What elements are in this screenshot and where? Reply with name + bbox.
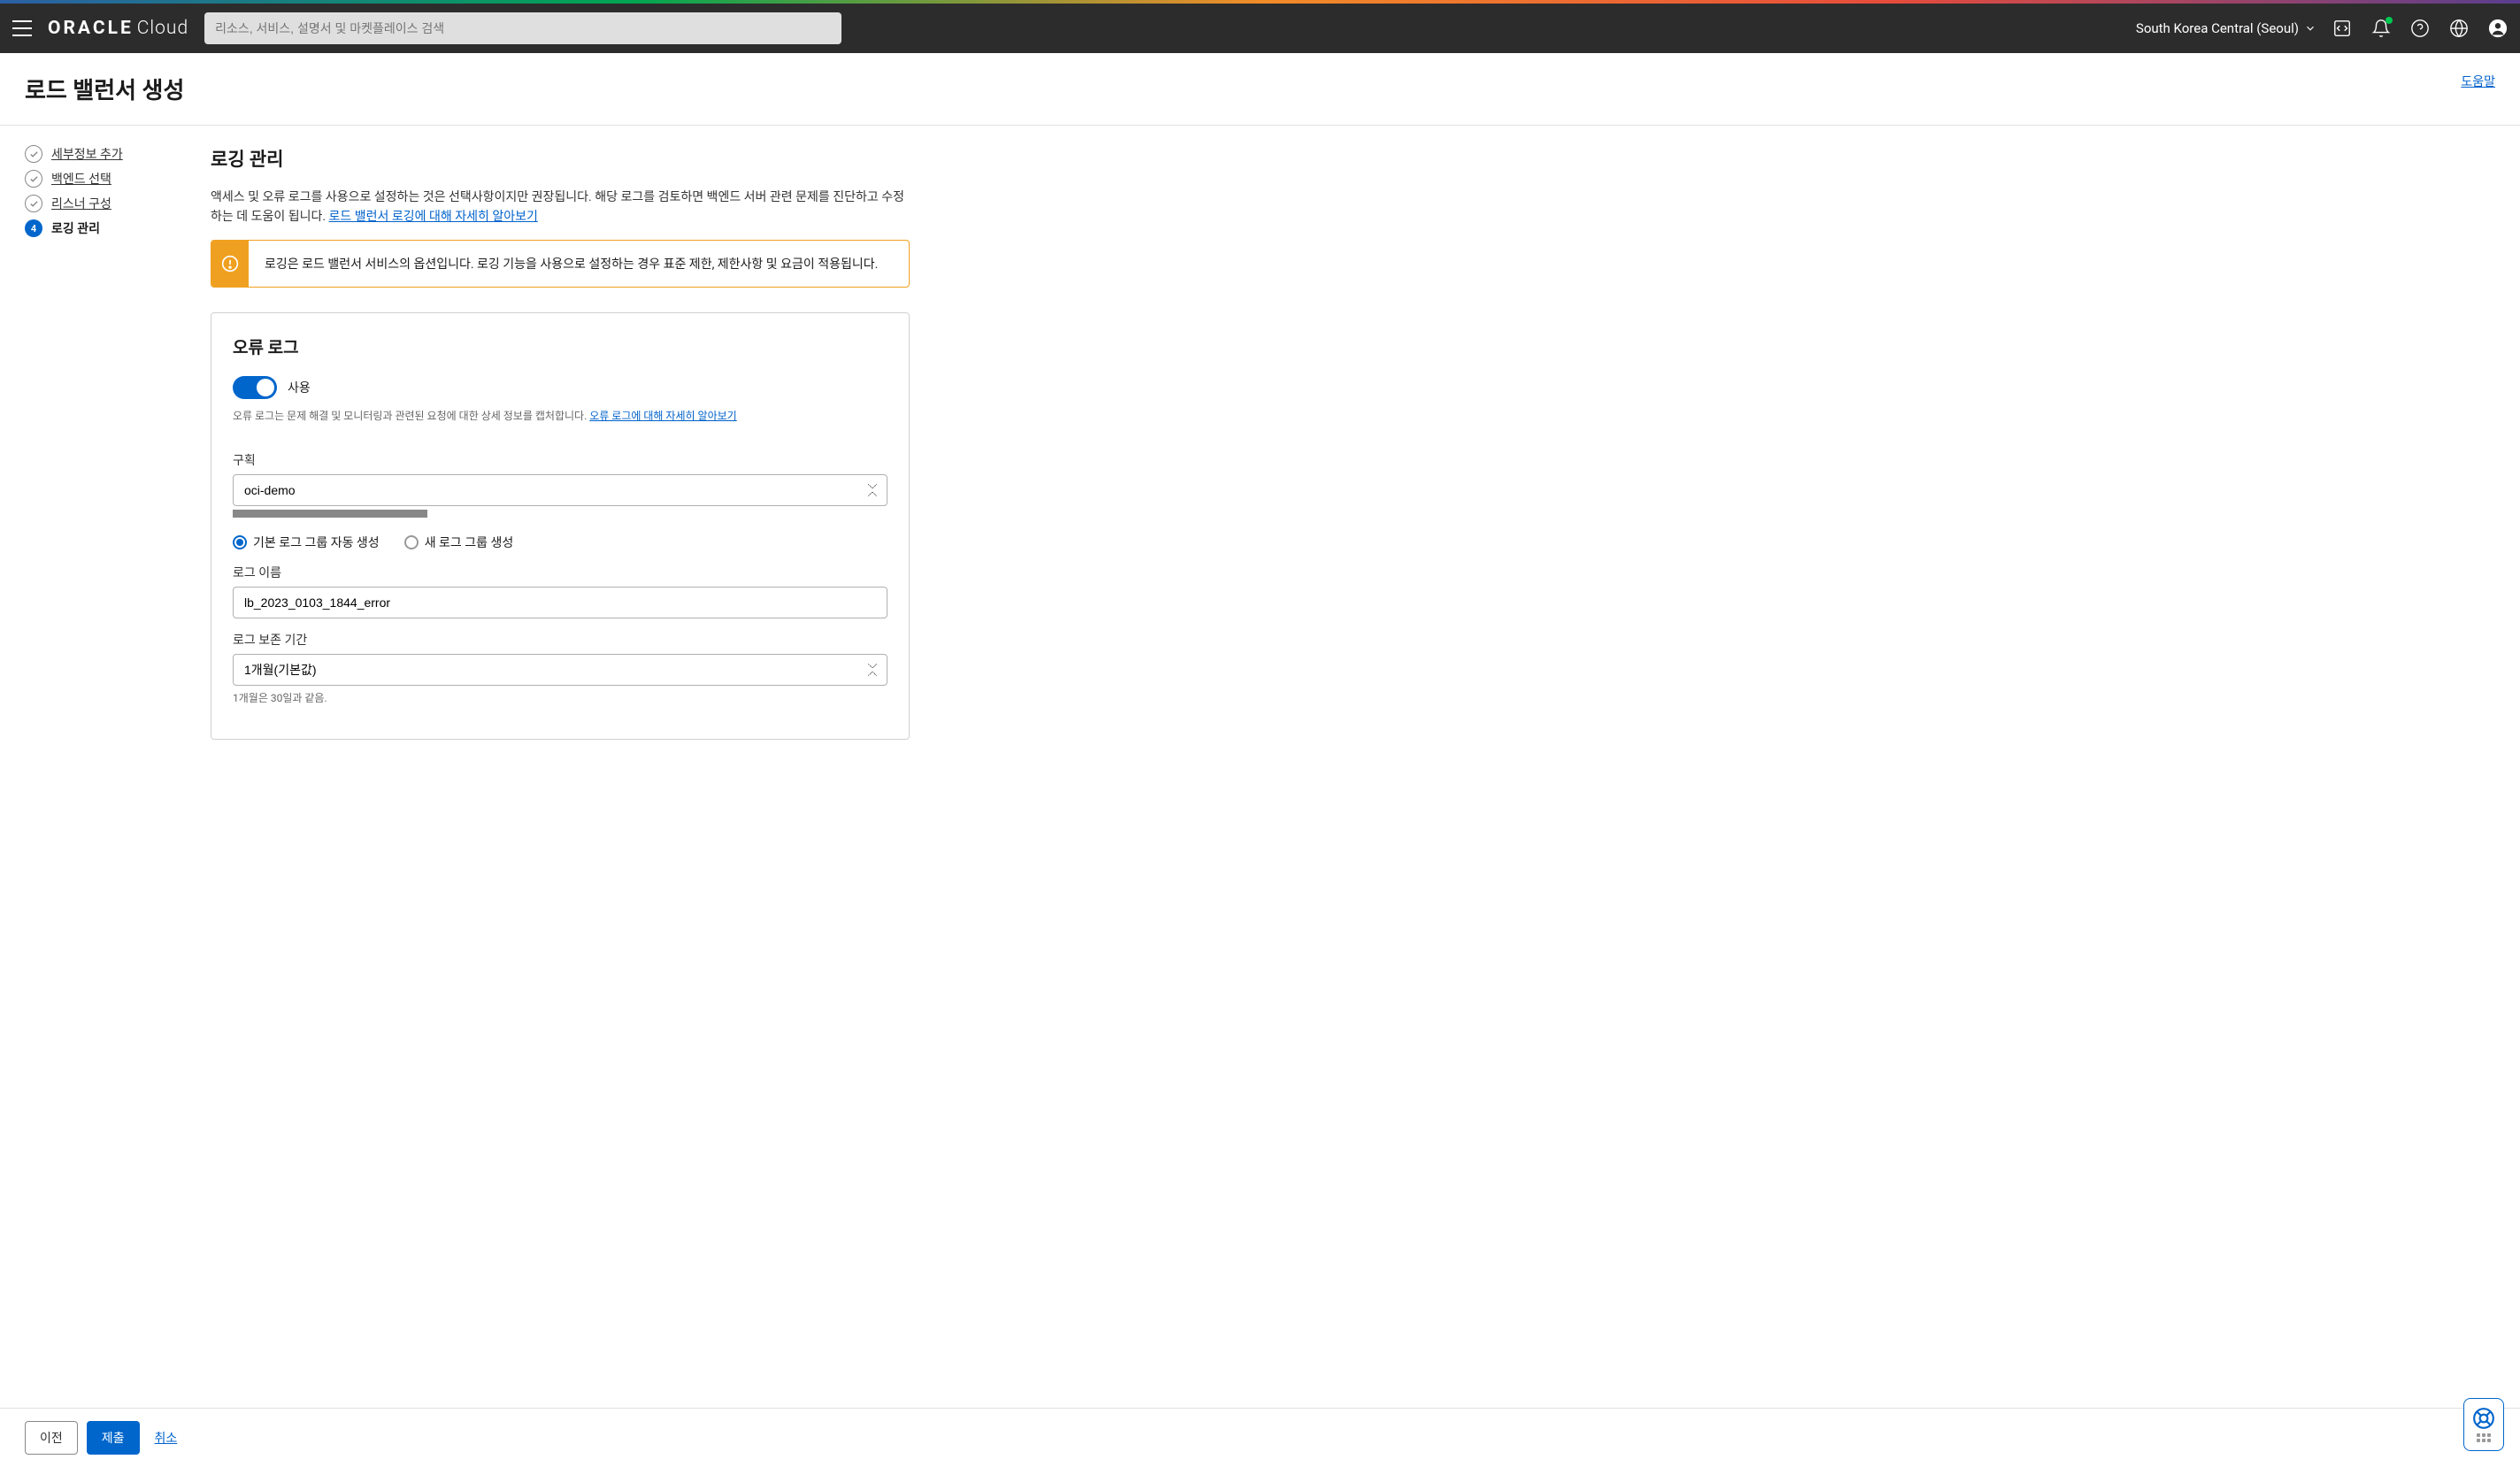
content-area: 로깅 관리 액세스 및 오류 로그를 사용으로 설정하는 것은 선택사항이지만 … [211,145,910,740]
section-description: 액세스 및 오류 로그를 사용으로 설정하는 것은 선택사항이지만 권장됩니다.… [211,188,910,227]
submit-button[interactable]: 제출 [87,1421,140,1455]
compartment-field: 구획 oci-demo [233,451,887,518]
card-title: 오류 로그 [233,334,887,358]
region-selector[interactable]: South Korea Central (Seoul) [2136,20,2316,36]
language-icon[interactable] [2449,19,2469,38]
drag-handle-icon [2477,1433,2491,1442]
log-name-label: 로그 이름 [233,564,887,581]
warning-alert: 로깅은 로드 밸런서 서비스의 옵션입니다. 로깅 기능을 사용으로 설정하는 … [211,240,910,288]
desc-text: 액세스 및 오류 로그를 사용으로 설정하는 것은 선택사항이지만 권장됩니다.… [211,190,904,224]
step-backend[interactable]: 백엔드 선택 [25,170,193,188]
check-icon [25,145,42,163]
radio-new-group[interactable]: 새 로그 그룹 생성 [404,534,514,551]
notification-dot [2386,17,2393,24]
log-name-field: 로그 이름 [233,564,887,618]
warning-icon [211,241,249,287]
step-details[interactable]: 세부정보 추가 [25,145,193,163]
step-label: 백엔드 선택 [51,170,111,188]
compartment-path-skeleton [233,510,427,518]
retention-field: 로그 보존 기간 1개월(기본값) 1개월은 30일과 같음. [233,631,887,705]
compartment-label: 구획 [233,451,887,469]
compartment-select[interactable]: oci-demo [233,474,887,506]
radio-auto-create[interactable]: 기본 로그 그룹 자동 생성 [233,534,380,551]
help-link[interactable]: 도움말 [2461,73,2495,90]
toggle-label: 사용 [288,379,311,396]
step-label: 로깅 관리 [51,219,100,237]
learn-more-link[interactable]: 로드 밸런서 로깅에 대해 자세히 알아보기 [329,210,538,224]
cancel-button[interactable]: 취소 [149,1421,184,1455]
radio-icon [233,535,247,549]
retention-select[interactable]: 1개월(기본값) [233,654,887,686]
help-icon[interactable] [2410,19,2430,38]
step-listener[interactable]: 리스너 구성 [25,195,193,212]
check-icon [25,170,42,188]
help-widget[interactable] [2463,1398,2504,1451]
main-layout: 세부정보 추가 백엔드 선택 리스너 구성 4 로깅 관리 로깅 관리 액세스 … [0,126,2520,828]
previous-button[interactable]: 이전 [25,1421,78,1455]
radio-label: 새 로그 그룹 생성 [425,534,514,551]
top-navigation: ORACLE Cloud South Korea Central (Seoul) [0,4,2520,53]
chevron-down-icon [2304,22,2316,35]
enable-toggle[interactable] [233,376,277,399]
logo-brand: ORACLE [48,18,134,39]
section-title: 로깅 관리 [211,145,910,172]
toggle-knob [257,379,274,396]
log-name-input[interactable] [233,587,887,618]
enable-toggle-row: 사용 [233,376,887,399]
retention-label: 로그 보존 기간 [233,631,887,649]
step-number-icon: 4 [25,219,42,237]
wizard-steps: 세부정보 추가 백엔드 선택 리스너 구성 4 로깅 관리 [25,145,193,740]
bell-icon[interactable] [2371,19,2391,38]
page-header: 로드 밸런서 생성 도움말 [0,53,2520,126]
error-log-learn-more[interactable]: 오류 로그에 대해 자세히 알아보기 [589,410,736,422]
search-input[interactable] [215,21,831,35]
profile-icon[interactable] [2488,19,2508,38]
step-label: 리스너 구성 [51,195,111,212]
error-log-card: 오류 로그 사용 오류 로그는 문제 해결 및 모니터링과 관련된 요청에 대한… [211,312,910,740]
radio-icon [404,535,419,549]
radio-label: 기본 로그 그룹 자동 생성 [253,534,380,551]
step-logging[interactable]: 4 로깅 관리 [25,219,193,237]
retention-hint: 1개월은 30일과 같음. [233,690,887,705]
hamburger-icon[interactable] [12,20,32,36]
page-title: 로드 밸런서 생성 [25,73,184,105]
dev-tools-icon[interactable] [2332,19,2352,38]
region-label: South Korea Central (Seoul) [2136,20,2299,36]
search-box[interactable] [204,12,841,44]
oracle-logo[interactable]: ORACLE Cloud [48,18,188,39]
step-label: 세부정보 추가 [51,145,123,163]
topnav-icons [2332,19,2508,38]
help-text: 오류 로그는 문제 해결 및 모니터링과 관련된 요청에 대한 상세 정보를 캡… [233,408,887,423]
check-icon [25,195,42,212]
logo-product: Cloud [137,18,188,39]
lifebuoy-icon [2472,1407,2495,1430]
log-group-radio-group: 기본 로그 그룹 자동 생성 새 로그 그룹 생성 [233,534,887,551]
alert-text: 로깅은 로드 밸런서 서비스의 옵션입니다. 로깅 기능을 사용으로 설정하는 … [249,241,894,287]
footer-actions: 이전 제출 취소 [0,1408,2520,1467]
